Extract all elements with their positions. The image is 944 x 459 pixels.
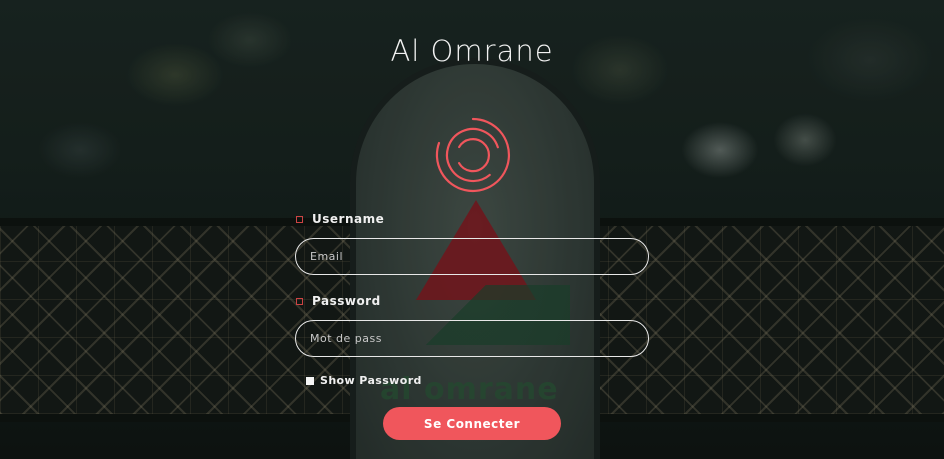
show-password-checkbox[interactable] [306,376,314,385]
username-label-text: Username [312,212,385,226]
page-title: Al Omrane [390,34,554,68]
loading-spinner-icon [435,117,510,193]
show-password-toggle[interactable]: Show Password [306,374,422,387]
lock-icon [296,297,303,305]
show-password-label: Show Password [320,374,422,387]
login-button[interactable]: Se Connecter [383,407,561,440]
password-label-text: Password [312,294,381,308]
user-icon [296,215,303,223]
password-field[interactable] [295,320,649,357]
password-label: Password [296,294,381,308]
background-overlay [0,0,944,459]
email-field[interactable] [295,238,649,275]
background-image: al omrane [0,0,944,459]
username-label: Username [296,212,384,226]
